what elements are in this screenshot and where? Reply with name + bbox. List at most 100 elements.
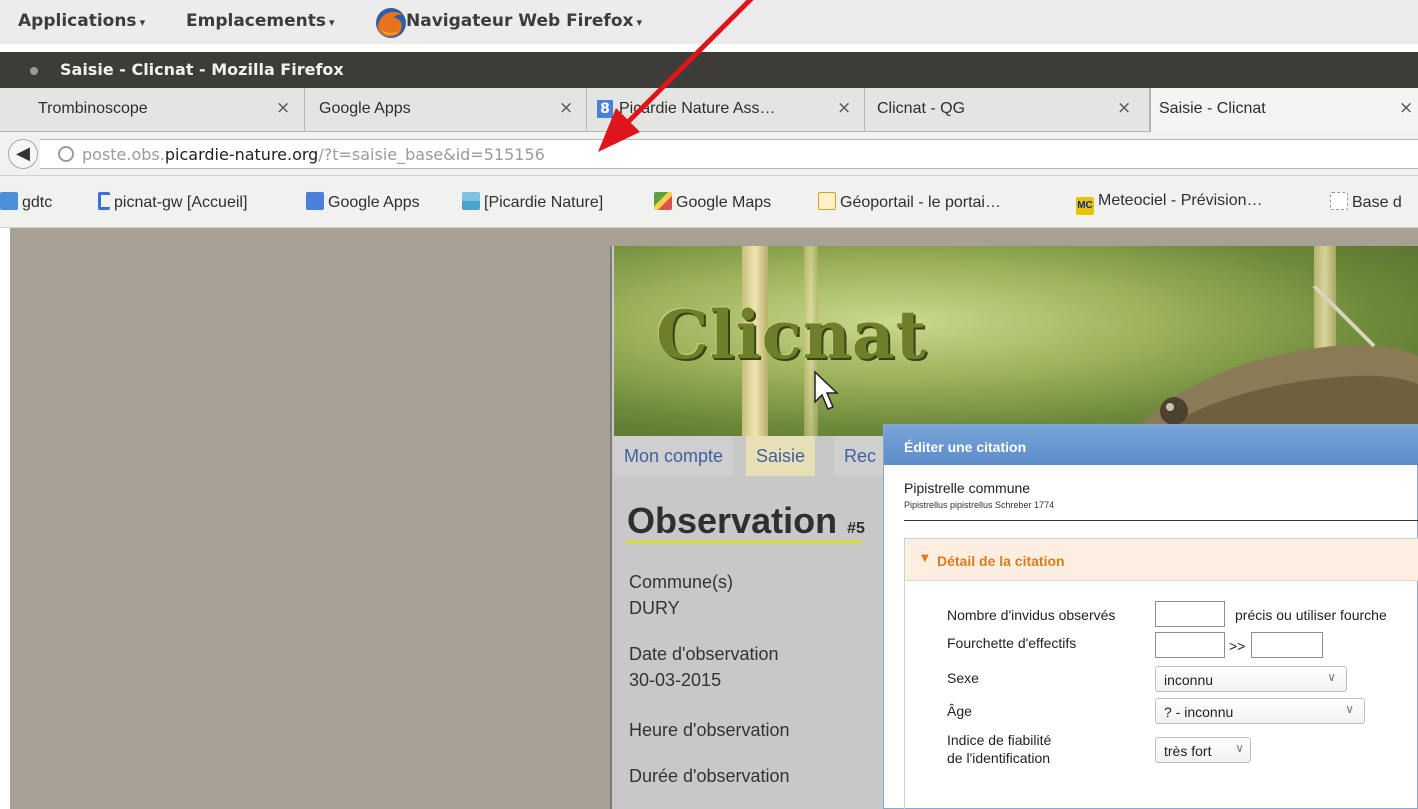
age-select-value: ? - inconnu	[1164, 704, 1234, 720]
reliability-select[interactable]: très fort ∨	[1155, 737, 1251, 763]
range-separator: >>	[1229, 638, 1246, 654]
top-panel: Applications ▾ Emplacements ▾ Navigateur W…	[0, 0, 1418, 44]
tab-label: Clicnat - QG	[877, 100, 966, 117]
age-label: Âge	[947, 703, 972, 719]
title-underline	[626, 540, 862, 543]
sex-select-value: inconnu	[1164, 672, 1214, 688]
grasshopper-image	[1130, 286, 1418, 436]
close-icon[interactable]: ×	[1117, 98, 1131, 118]
tab-label: Google Apps	[319, 100, 411, 117]
time-label: Heure d'observation	[629, 720, 790, 740]
url-text[interactable]: poste.obs.picardie-nature.org/?t=saisie_…	[82, 145, 545, 164]
tab-clicnat-qg[interactable]: Clicnat - QG ×	[865, 88, 1150, 132]
nav-mon-compte[interactable]: Mon compte	[614, 436, 734, 476]
count-hint: précis ou utiliser fourche	[1235, 607, 1387, 623]
tab-label: Saisie - Clicnat	[1159, 100, 1266, 117]
commune-label: Commune(s)	[629, 572, 734, 592]
places-menu-label: Emplacements	[186, 11, 326, 31]
bracket-icon	[98, 192, 110, 210]
divider	[904, 520, 1418, 521]
monitor-icon	[0, 192, 18, 210]
bookmark-label: Base d	[1352, 194, 1402, 211]
chevron-down-icon: ▾	[636, 16, 642, 29]
chevron-down-icon: ∨	[1327, 670, 1336, 684]
range-label: Fourchette d'effectifs	[947, 635, 1077, 651]
bookmark-label: [Picardie Nature]	[484, 194, 604, 211]
close-icon[interactable]: ×	[559, 98, 573, 118]
back-button[interactable]: ◀	[8, 139, 38, 169]
url-host: picardie-nature.org	[164, 145, 319, 164]
bookmarks-bar: gdtc picnat-gw [Accueil] Google Apps [Pi…	[0, 176, 1418, 228]
date-label: Date d'observation	[629, 644, 779, 664]
navigation-bar: poste.obs.picardie-nature.org/?t=saisie_…	[0, 132, 1418, 176]
range-max-input[interactable]	[1251, 632, 1323, 658]
bookmark-geoportail[interactable]: Géoportail - le portai…	[818, 192, 1001, 214]
landscape-icon	[462, 192, 480, 210]
species-common-name: Pipistrelle commune	[904, 480, 1031, 496]
places-menu[interactable]: Emplacements ▾	[186, 11, 335, 31]
reliability-label-line1: Indice de fiabilité	[947, 732, 1052, 748]
species-scientific-name: Pipistrellus pipistrellus Schreber 1774	[904, 500, 1055, 510]
tab-trombinoscope[interactable]: Trombinoscope ×	[0, 88, 305, 132]
mc-icon: MC	[1076, 197, 1094, 215]
dialog-title: Éditer une citation	[904, 439, 1027, 455]
page-edge	[0, 228, 10, 809]
firefox-app-menu[interactable]: Navigateur Web Firefox ▾	[406, 11, 642, 31]
sex-select[interactable]: inconnu ∨	[1155, 666, 1347, 692]
url-path: /?t=saisie_base&id=515156	[318, 145, 545, 164]
bookmark-label: Géoportail - le portai…	[840, 194, 1001, 211]
clicnat-logo[interactable]: Clicnat	[656, 296, 927, 374]
reliability-select-value: très fort	[1164, 743, 1212, 759]
applications-menu[interactable]: Applications ▾	[18, 11, 145, 31]
bookmark-label: Google Maps	[676, 194, 772, 211]
count-label: Nombre d'invidus observés	[947, 607, 1116, 623]
tab-label: Picardie Nature Ass…	[619, 100, 776, 117]
section-title: Détail de la citation	[937, 553, 1065, 569]
bookmark-base[interactable]: Base d	[1330, 192, 1402, 214]
duration-label: Durée d'observation	[629, 766, 790, 786]
blank-page-icon	[1330, 192, 1348, 210]
url-prefix: poste.obs.	[82, 145, 165, 164]
count-input[interactable]	[1155, 601, 1225, 627]
commune-value: DURY	[629, 598, 680, 618]
window-title-bar: Saisie - Clicnat - Mozilla Firefox	[0, 52, 1418, 88]
bookmark-google-maps[interactable]: Google Maps	[654, 192, 771, 214]
nav-rec[interactable]: Rec	[834, 436, 887, 476]
window-menu-icon[interactable]	[30, 67, 38, 75]
url-bar[interactable]: poste.obs.picardie-nature.org/?t=saisie_…	[40, 139, 1418, 169]
observation-id: #5	[847, 520, 865, 537]
close-icon[interactable]: ×	[837, 98, 851, 118]
tab-label: Trombinoscope	[38, 100, 148, 117]
bookmark-meteociel[interactable]: MC Meteociel - Prévision…	[1076, 192, 1263, 215]
date-value: 30-03-2015	[629, 670, 722, 690]
tab-google-apps[interactable]: Google Apps ×	[305, 88, 587, 132]
dialog-header[interactable]: Éditer une citation	[884, 425, 1418, 465]
bookmark-google-apps[interactable]: Google Apps	[306, 192, 420, 214]
citation-detail-section: ▼ Détail de la citation Nombre d'invidus…	[904, 538, 1418, 809]
age-select[interactable]: ? - inconnu ∨	[1155, 698, 1365, 724]
bookmark-label: picnat-gw [Accueil]	[114, 194, 248, 211]
chevron-down-icon: ▾	[329, 16, 335, 29]
section-header[interactable]: ▼ Détail de la citation	[905, 539, 1418, 581]
bookmark-gdtc[interactable]: gdtc	[0, 192, 52, 214]
tab-strip: Trombinoscope × Google Apps × 8 Picardie…	[0, 88, 1418, 132]
bookmark-picnat-gw[interactable]: picnat-gw [Accueil]	[98, 192, 247, 214]
bookmark-label: Google Apps	[328, 194, 420, 211]
window-title: Saisie - Clicnat - Mozilla Firefox	[60, 60, 344, 79]
applications-menu-label: Applications	[18, 11, 137, 31]
bookmark-picardie-nature[interactable]: [Picardie Nature]	[462, 192, 603, 214]
bookmark-label: gdtc	[22, 194, 53, 211]
sex-label: Sexe	[947, 670, 979, 686]
range-min-input[interactable]	[1155, 632, 1225, 658]
bookmark-label: Meteociel - Prévision…	[1098, 192, 1263, 209]
firefox-icon	[376, 8, 406, 38]
chevron-down-icon: ▾	[139, 16, 146, 29]
chevron-down-icon: ∨	[1235, 741, 1244, 755]
close-icon[interactable]: ×	[276, 98, 290, 118]
globe-icon	[58, 146, 74, 162]
nav-saisie[interactable]: Saisie	[746, 436, 816, 476]
app-menu-label: Navigateur Web Firefox	[406, 11, 634, 31]
close-icon[interactable]: ×	[1399, 98, 1413, 118]
tab-saisie-clicnat[interactable]: Saisie - Clicnat ×	[1150, 88, 1418, 132]
tab-picardie-nature[interactable]: 8 Picardie Nature Ass… ×	[587, 88, 865, 132]
